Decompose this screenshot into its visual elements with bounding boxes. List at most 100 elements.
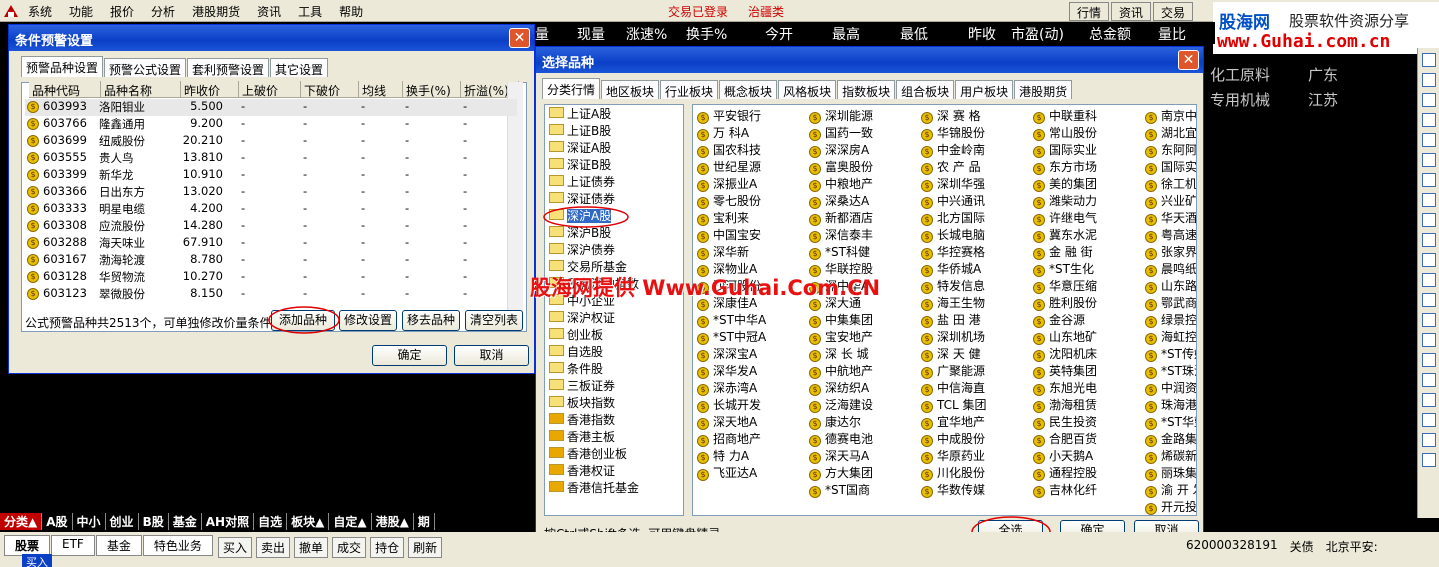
folder-item[interactable]: 香港信托基金 bbox=[545, 479, 683, 496]
stock-item[interactable]: $ 深天地A bbox=[695, 413, 766, 430]
stock-item[interactable]: $ *ST华塑 bbox=[1143, 413, 1196, 430]
stock-item[interactable]: $ 中国宝安 bbox=[695, 226, 766, 243]
table-row[interactable]: $603766 隆鑫通用 9.200 - - - - - bbox=[25, 116, 517, 133]
stock-item[interactable]: $ 平安银行 bbox=[695, 107, 766, 124]
table-row[interactable]: $603699 纽威股份 20.210 - - - - - bbox=[25, 133, 517, 150]
menu-item-2[interactable]: 报价 bbox=[110, 3, 134, 20]
toolbar-icon[interactable] bbox=[1422, 173, 1436, 187]
menu-item-1[interactable]: 功能 bbox=[69, 3, 93, 20]
folder-item[interactable]: 条件股 bbox=[545, 360, 683, 377]
trade-tab-0[interactable]: 股票 bbox=[4, 535, 51, 556]
broker-select[interactable]: 北京平安: bbox=[1326, 538, 1378, 555]
stock-selection-grid[interactable]: $ 平安银行 $ 万 科A $ 国农科技 $ 世纪星源 $ 深振业A $ 零七股份 $ 宝利来 $ 中国宝安 $… bbox=[692, 104, 1197, 516]
quote-col-7[interactable]: 昨收 bbox=[968, 24, 996, 44]
table-row[interactable]: $603333 明星电缆 4.200 - - - - - bbox=[25, 201, 517, 218]
folder-item[interactable]: 自选股 bbox=[545, 343, 683, 360]
stock-item[interactable]: $ 深圳机场 bbox=[919, 328, 987, 345]
stock-item[interactable]: $ *ST国商 bbox=[807, 481, 873, 498]
stock-item[interactable]: $ 华锦股份 bbox=[919, 124, 987, 141]
stock-item[interactable]: $ 华天酒店 bbox=[1143, 209, 1196, 226]
modify-settings-button[interactable]: 修改设置 bbox=[339, 310, 397, 331]
stock-item[interactable]: $ 深天马A bbox=[807, 447, 873, 464]
stock-item[interactable]: $ 开元投资 bbox=[1143, 498, 1196, 515]
stock-item[interactable]: $ 宝安地产 bbox=[807, 328, 873, 345]
bottom-tab-2[interactable]: 中小 bbox=[73, 513, 106, 530]
stock-item[interactable]: $ *ST珠江 bbox=[1143, 362, 1196, 379]
quote-col-1[interactable]: 现量 bbox=[577, 24, 605, 44]
stock-item[interactable]: $ *ST中华A bbox=[695, 311, 766, 328]
stock-item[interactable]: $ 飞亚达A bbox=[695, 464, 766, 481]
trade-button-5[interactable]: 刷新 bbox=[408, 537, 443, 558]
bottom-tab-8[interactable]: 板块▲ bbox=[287, 513, 330, 530]
stock-item[interactable]: $ *ST生化 bbox=[1031, 260, 1097, 277]
alert-tab-2[interactable]: 套利预警设置 bbox=[187, 58, 270, 77]
trade-tab-1[interactable]: ETF bbox=[51, 535, 95, 556]
stock-item[interactable]: $ 华控赛格 bbox=[919, 243, 987, 260]
stock-item[interactable]: $ 深 天 健 bbox=[919, 345, 987, 362]
bottom-tab-6[interactable]: AH对照 bbox=[202, 513, 255, 530]
table-row[interactable]: $603399 新华龙 10.910 - - - - - bbox=[25, 167, 517, 184]
table-row[interactable]: $603167 渤海轮渡 8.780 - - - - - bbox=[25, 252, 517, 269]
stock-item[interactable]: $ 中粮地产 bbox=[807, 175, 873, 192]
top-tab-1[interactable]: 资讯 bbox=[1111, 2, 1152, 21]
quote-col-0[interactable]: 量 bbox=[535, 24, 549, 44]
toolbar-icon[interactable] bbox=[1422, 213, 1436, 227]
stock-item[interactable]: $ 中信海直 bbox=[919, 379, 987, 396]
toolbar-icon[interactable] bbox=[1422, 313, 1436, 327]
stock-item[interactable]: $ 农 产 品 bbox=[919, 158, 987, 175]
bottom-tab-5[interactable]: 基金 bbox=[169, 513, 202, 530]
column-header[interactable]: 换手(%) bbox=[403, 81, 461, 98]
stock-item[interactable]: $ 深振业A bbox=[695, 175, 766, 192]
stock-item[interactable]: $ 中联重科 bbox=[1031, 107, 1097, 124]
top-tab-0[interactable]: 行情 bbox=[1069, 2, 1110, 21]
toolbar-icon[interactable] bbox=[1422, 113, 1436, 127]
bottom-tab-1[interactable]: A股 bbox=[42, 513, 73, 530]
folder-item[interactable]: 香港权证 bbox=[545, 462, 683, 479]
menu-item-6[interactable]: 工具 bbox=[298, 3, 322, 20]
stock-item[interactable]: $ 特 力A bbox=[695, 447, 766, 464]
folder-item[interactable]: 香港指数 bbox=[545, 411, 683, 428]
toolbar-icon[interactable] bbox=[1422, 273, 1436, 287]
toolbar-icon[interactable] bbox=[1422, 453, 1436, 467]
remove-stock-button[interactable]: 移去品种 bbox=[402, 310, 460, 331]
bottom-tab-7[interactable]: 自选 bbox=[254, 513, 288, 530]
folder-item[interactable]: 三板证券 bbox=[545, 377, 683, 394]
stock-item[interactable]: $ 深 赛 格 bbox=[919, 107, 987, 124]
stock-item[interactable]: $ 华意压缩 bbox=[1031, 277, 1097, 294]
stock-item[interactable]: $ 国际实业 bbox=[1143, 158, 1196, 175]
stock-item[interactable]: $ 深圳华强 bbox=[919, 175, 987, 192]
stock-item[interactable]: $ 中航地产 bbox=[807, 362, 873, 379]
stock-item[interactable]: $ 招商地产 bbox=[695, 430, 766, 447]
toolbar-icon[interactable] bbox=[1422, 353, 1436, 367]
category-folder-list[interactable]: 上证A股 上证B股 深证A股 深证B股 上证债券 深证债券 深沪A股 深沪B股 深沪债券 交易所基… bbox=[544, 104, 684, 516]
stock-item[interactable]: $ 粤高速A bbox=[1143, 226, 1196, 243]
stock-item[interactable]: $ 胜利股份 bbox=[1031, 294, 1097, 311]
stock-item[interactable]: $ 深信泰丰 bbox=[807, 226, 873, 243]
alert-cancel-button[interactable]: 取消 bbox=[454, 345, 529, 366]
stock-item[interactable]: $ 东阿阿胶 bbox=[1143, 141, 1196, 158]
stock-item[interactable]: $ 常山股份 bbox=[1031, 124, 1097, 141]
stock-item[interactable]: $ 长城开发 bbox=[695, 396, 766, 413]
stock-item[interactable]: $ 山东地矿 bbox=[1031, 328, 1097, 345]
stock-item[interactable]: $ 晨鸣纸业 bbox=[1143, 260, 1196, 277]
menu-item-7[interactable]: 帮助 bbox=[339, 3, 363, 20]
folder-item[interactable]: 深证A股 bbox=[545, 139, 683, 156]
toolbar-icon[interactable] bbox=[1422, 53, 1436, 67]
stock-item[interactable]: $ *ST传媒 bbox=[1143, 345, 1196, 362]
stock-item[interactable]: $ 深深宝A bbox=[695, 345, 766, 362]
table-row[interactable]: $603308 应流股份 14.280 - - - - - bbox=[25, 218, 517, 235]
stock-item[interactable]: $ 中成股份 bbox=[919, 430, 987, 447]
stock-item[interactable]: $ 东旭光电 bbox=[1031, 379, 1097, 396]
stock-item[interactable]: $ 民生投资 bbox=[1031, 413, 1097, 430]
stock-item[interactable]: $ 国药一致 bbox=[807, 124, 873, 141]
table-row[interactable]: $603288 海天味业 67.910 - - - - - bbox=[25, 235, 517, 252]
select-tab-7[interactable]: 用户板块 bbox=[955, 80, 1014, 99]
quote-col-10[interactable]: 量比 bbox=[1158, 24, 1186, 44]
quote-col-8[interactable]: 市盈(动) bbox=[1011, 24, 1064, 44]
trade-tab-3[interactable]: 特色业务 bbox=[142, 535, 213, 556]
toolbar-icon[interactable] bbox=[1422, 233, 1436, 247]
column-header[interactable]: 品种名称 bbox=[101, 81, 181, 98]
select-dialog-close-button[interactable]: ✕ bbox=[1178, 50, 1199, 70]
toolbar-icon[interactable] bbox=[1422, 393, 1436, 407]
toolbar-icon[interactable] bbox=[1422, 373, 1436, 387]
